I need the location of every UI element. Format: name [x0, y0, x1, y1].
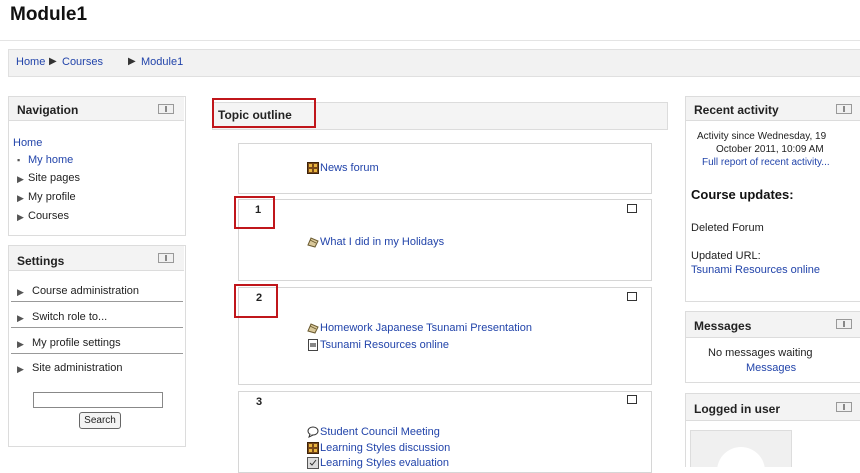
divider	[11, 353, 183, 354]
settings-search-input[interactable]	[33, 392, 163, 408]
activity-link[interactable]: Learning Styles evaluation	[320, 457, 449, 469]
nav-home-link[interactable]: Home	[13, 137, 42, 149]
settings-my-profile-settings[interactable]: My profile settings	[32, 337, 121, 349]
forum-icon	[307, 162, 319, 174]
dock-icon[interactable]	[836, 104, 852, 114]
activity-since-text: October 2011, 10:09 AM	[716, 144, 824, 155]
breadcrumb-courses[interactable]: Courses	[62, 56, 103, 68]
feedback-icon	[307, 457, 319, 469]
navigation-title: Navigation	[17, 103, 79, 117]
expand-arrow-icon[interactable]: ▶	[17, 313, 24, 324]
edit-checkbox-icon[interactable]	[627, 292, 637, 301]
expand-arrow-icon[interactable]: ▶	[17, 364, 24, 375]
divider	[11, 301, 183, 302]
activity-link[interactable]: What I did in my Holidays	[320, 236, 444, 248]
settings-site-administration[interactable]: Site administration	[32, 362, 123, 374]
forum-icon	[307, 442, 319, 454]
course-updates-heading: Course updates:	[691, 187, 794, 202]
settings-title: Settings	[17, 254, 65, 268]
activity-since-text: Activity since Wednesday, 19	[697, 131, 827, 142]
expand-arrow-icon[interactable]: ▶	[17, 174, 24, 185]
course-section	[238, 143, 652, 194]
logged-in-user-title: Logged in user	[694, 402, 781, 416]
header-divider	[0, 40, 860, 41]
course-section	[238, 199, 652, 281]
settings-search-button[interactable]: Search	[79, 412, 121, 429]
bullet-icon: ▪	[17, 155, 21, 165]
section-number: 2	[256, 292, 263, 304]
activity-link[interactable]: News forum	[320, 162, 379, 174]
activity-link[interactable]: Tsunami Resources online	[320, 339, 449, 351]
edit-checkbox-icon[interactable]	[627, 204, 637, 213]
dock-icon[interactable]	[836, 319, 852, 329]
nav-my-profile[interactable]: My profile	[28, 191, 76, 203]
breadcrumb-current[interactable]: Module1	[141, 56, 183, 68]
breadcrumb-separator: ▶	[128, 56, 136, 67]
nav-site-pages[interactable]: Site pages	[28, 172, 80, 184]
messages-title: Messages	[694, 319, 752, 333]
activity-link[interactable]: Homework Japanese Tsunami Presentation	[320, 322, 532, 334]
section-number: 3	[256, 396, 263, 408]
breadcrumb-separator: ▶	[49, 56, 57, 67]
expand-arrow-icon[interactable]: ▶	[17, 212, 24, 223]
updated-url-label: Updated URL:	[691, 250, 761, 262]
breadcrumb-home[interactable]: Home	[16, 56, 45, 68]
expand-arrow-icon[interactable]: ▶	[17, 287, 24, 298]
course-section	[238, 287, 652, 385]
edit-checkbox-icon[interactable]	[627, 395, 637, 404]
divider	[11, 327, 183, 328]
updated-url-link[interactable]: Tsunami Resources online	[691, 264, 820, 276]
nav-my-home[interactable]: My home	[28, 154, 73, 166]
url-icon	[308, 339, 318, 351]
activity-link[interactable]: Learning Styles discussion	[320, 442, 450, 454]
no-messages-text: No messages waiting	[708, 347, 813, 359]
dock-icon[interactable]	[158, 253, 174, 263]
page-title: Module1	[10, 4, 88, 25]
nav-courses[interactable]: Courses	[28, 210, 69, 222]
dock-icon[interactable]	[158, 104, 174, 114]
dock-icon[interactable]	[836, 402, 852, 412]
recent-activity-title: Recent activity	[694, 103, 779, 117]
activity-link[interactable]: Student Council Meeting	[320, 426, 440, 438]
assignment-icon	[307, 323, 319, 334]
messages-link[interactable]: Messages	[746, 362, 796, 374]
expand-arrow-icon[interactable]: ▶	[17, 193, 24, 204]
avatar[interactable]	[690, 430, 792, 467]
chat-icon	[307, 426, 319, 438]
avatar-icon	[717, 447, 765, 467]
full-report-link[interactable]: Full report of recent activity...	[702, 157, 830, 168]
assignment-icon	[307, 237, 319, 248]
topic-outline-title: Topic outline	[218, 108, 292, 122]
settings-course-administration[interactable]: Course administration	[32, 285, 139, 297]
deleted-forum-text: Deleted Forum	[691, 222, 764, 234]
settings-switch-role[interactable]: Switch role to...	[32, 311, 107, 323]
expand-arrow-icon[interactable]: ▶	[17, 339, 24, 350]
section-number: 1	[255, 204, 262, 216]
